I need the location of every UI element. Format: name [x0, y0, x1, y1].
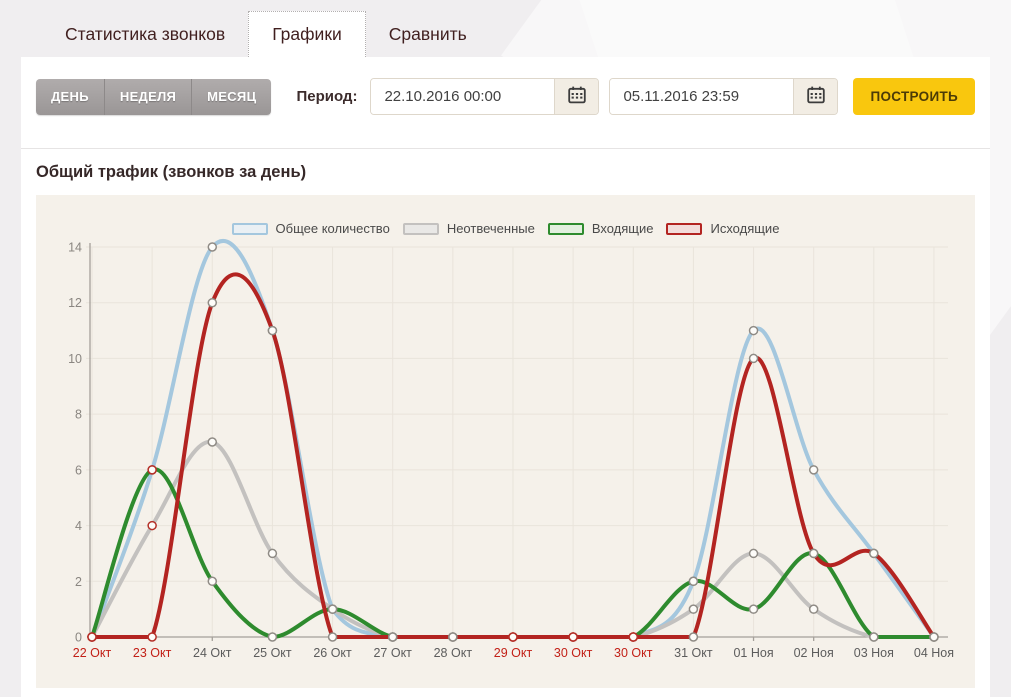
chart-panel: 0 2 4 6 8 10 12 14 22 Окт 23 Окт 24 Окт 25 Окт 26 Ок… — [36, 195, 975, 688]
legend-label: Исходящие — [710, 221, 780, 236]
date-to-input[interactable] — [610, 79, 794, 114]
legend-swatch-incoming — [547, 222, 584, 235]
chart-legend: Общее количество Неотвеченные Входящие И… — [36, 195, 975, 236]
calendar-icon — [568, 86, 586, 107]
svg-text:6: 6 — [75, 463, 82, 477]
date-to-control — [609, 78, 839, 115]
legend-label: Общее количество — [275, 221, 390, 236]
svg-text:01 Ноя: 01 Ноя — [733, 646, 773, 660]
date-from-calendar-button[interactable] — [554, 79, 599, 114]
svg-text:02 Ноя: 02 Ноя — [794, 646, 834, 660]
svg-text:2: 2 — [75, 575, 82, 589]
svg-text:29 Окт: 29 Окт — [494, 646, 533, 660]
range-button-group: ДЕНЬ НЕДЕЛЯ МЕСЯЦ — [36, 78, 272, 115]
tab-bar: Статистика звонков Графики Сравнить — [0, 0, 1011, 57]
range-week-button[interactable]: НЕДЕЛЯ — [103, 78, 192, 115]
svg-text:31 Окт: 31 Окт — [674, 646, 713, 660]
page: Статистика звонков Графики Сравнить ДЕНЬ… — [0, 0, 1011, 697]
period-label: Период: — [296, 88, 358, 105]
svg-text:04 Ноя: 04 Ноя — [914, 646, 954, 660]
tab-call-statistics[interactable]: Статистика звонков — [42, 11, 248, 57]
traffic-line-chart: 0 2 4 6 8 10 12 14 22 Окт 23 Окт 24 Окт 25 Окт 26 Ок… — [68, 239, 954, 660]
svg-text:27 Окт: 27 Окт — [373, 646, 412, 660]
date-from-control — [370, 78, 600, 115]
svg-text:10: 10 — [68, 352, 82, 366]
svg-text:26 Окт: 26 Окт — [313, 646, 352, 660]
divider — [21, 148, 990, 149]
legend-swatch-unanswered — [402, 222, 439, 235]
range-month-button[interactable]: МЕСЯЦ — [191, 78, 272, 115]
tab-compare[interactable]: Сравнить — [366, 11, 490, 57]
svg-text:28 Окт: 28 Окт — [434, 646, 473, 660]
legend-label: Неотвеченные — [446, 221, 535, 236]
build-button[interactable]: ПОСТРОИТЬ — [853, 78, 975, 115]
svg-text:24 Окт: 24 Окт — [193, 646, 232, 660]
content-panel: ДЕНЬ НЕДЕЛЯ МЕСЯЦ Период: 22.10.2016 00:… — [21, 57, 990, 697]
legend-item-unanswered[interactable]: Неотвеченные — [402, 221, 535, 236]
legend-item-incoming[interactable]: Входящие — [547, 221, 654, 236]
svg-text:0: 0 — [75, 631, 82, 645]
legend-item-total[interactable]: Общее количество — [231, 221, 390, 236]
legend-swatch-total — [231, 222, 268, 235]
svg-text:03 Ноя: 03 Ноя — [854, 646, 894, 660]
tab-charts[interactable]: Графики — [248, 11, 366, 57]
svg-text:22 Окт: 22 Окт — [73, 646, 112, 660]
svg-text:30 Окт: 30 Окт — [554, 646, 593, 660]
page-title: Общий трафик (звонков за день) — [36, 163, 307, 181]
svg-text:30 Окт: 30 Окт — [614, 646, 653, 660]
svg-text:14: 14 — [68, 241, 82, 255]
filter-row: ДЕНЬ НЕДЕЛЯ МЕСЯЦ Период: 22.10.2016 00:… — [21, 57, 990, 115]
calendar-icon — [807, 86, 825, 107]
date-to-calendar-button[interactable] — [793, 79, 838, 114]
svg-text:4: 4 — [75, 519, 82, 533]
date-from-input[interactable] — [371, 79, 555, 114]
svg-text:12: 12 — [68, 296, 82, 310]
svg-text:8: 8 — [75, 408, 82, 422]
legend-item-outgoing[interactable]: Исходящие — [666, 221, 779, 236]
legend-swatch-outgoing — [666, 222, 703, 235]
svg-text:23 Окт: 23 Окт — [133, 646, 172, 660]
legend-label: Входящие — [591, 221, 654, 236]
svg-text:25 Окт: 25 Окт — [253, 646, 292, 660]
range-day-button[interactable]: ДЕНЬ — [36, 78, 104, 115]
